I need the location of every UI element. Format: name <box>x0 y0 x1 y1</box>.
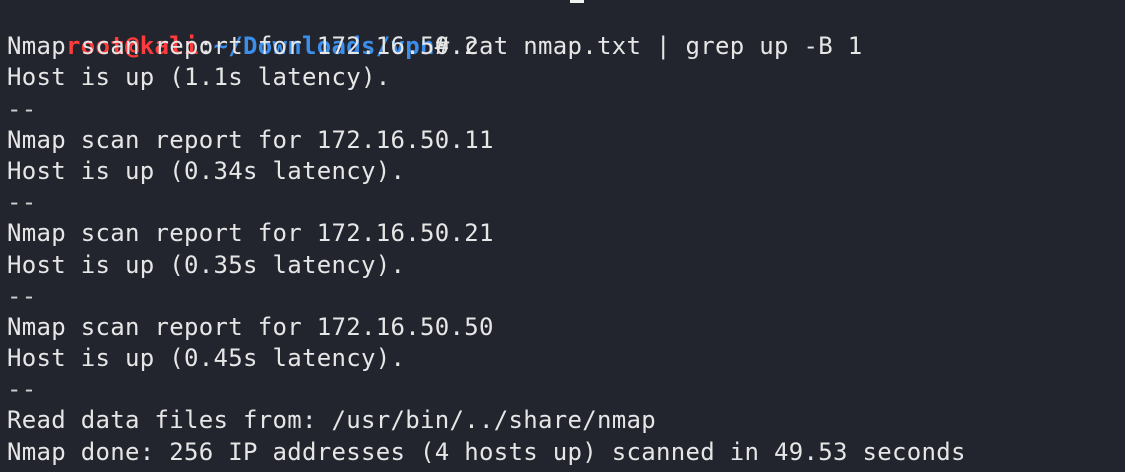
prompt-line: root@kali:~/Downloads/vpn# cat nmap.txt … <box>7 0 1125 60</box>
output-line: Host is up (0.45s latency). <box>7 344 406 373</box>
command-text: cat nmap.txt | grep up -B 1 <box>449 32 863 61</box>
output-line: Nmap scan report for 172.16.50.21 <box>7 219 494 248</box>
scrolled-cursor-fragment <box>570 0 584 3</box>
output-line: Nmap scan report for 172.16.50.11 <box>7 125 494 154</box>
output-line: Host is up (0.34s latency). <box>7 156 406 185</box>
output-line: Nmap done: 256 IP addresses (4 hosts up)… <box>7 437 966 466</box>
separator-line: -- <box>7 281 37 310</box>
output-line: Nmap scan report for 172.16.50.50 <box>7 312 494 341</box>
separator-line: -- <box>7 188 37 217</box>
separator-line: -- <box>7 375 37 404</box>
output-line: Host is up (0.35s latency). <box>7 250 406 279</box>
terminal-window[interactable]: root@kali:~/Downloads/vpn# cat nmap.txt … <box>0 0 1125 472</box>
output-line: Read data files from: /usr/bin/../share/… <box>7 406 656 435</box>
separator-line: -- <box>7 94 37 123</box>
next-prompt-partial <box>7 468 1125 472</box>
output-line: Host is up (1.1s latency). <box>7 63 391 92</box>
